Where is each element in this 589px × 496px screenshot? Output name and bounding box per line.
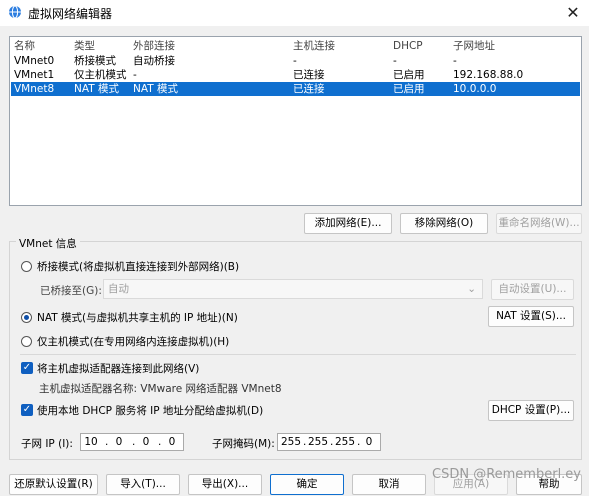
rename-network-button[interactable]: 重命名网络(W)... (496, 213, 582, 234)
network-editor-icon (8, 5, 22, 19)
column-header-name[interactable]: 名称 (14, 39, 35, 53)
cell-external: 自动桥接 (133, 55, 175, 67)
cell-name: VMnet1 (14, 69, 55, 81)
cell-subnet: 192.168.88.0 (453, 69, 524, 81)
bridged-to-value: 自动 (108, 283, 129, 295)
column-header-subnet[interactable]: 子网地址 (453, 39, 495, 53)
close-icon[interactable]: ✕ (563, 3, 583, 23)
chevron-down-icon: ⌄ (467, 283, 476, 295)
table-row[interactable]: VMnet0 桥接模式 自动桥接 - - - (11, 54, 580, 68)
cell-type: NAT 模式 (74, 83, 119, 95)
table-row[interactable]: VMnet1 仅主机模式 - 已连接 已启用 192.168.88.0 (11, 68, 580, 82)
cell-subnet: - (453, 55, 457, 67)
list-header: 名称 类型 外部连接 主机连接 DHCP 子网地址 (11, 39, 580, 53)
mask-octet: 255 (281, 436, 302, 448)
connect-adapter-label[interactable]: 将主机虚拟适配器连接到此网络(V) (37, 361, 199, 376)
vmnet-info-label: VMnet 信息 (16, 236, 80, 251)
column-header-dhcp[interactable]: DHCP (393, 39, 423, 53)
bridge-mode-radio[interactable] (21, 261, 32, 272)
nat-settings-button[interactable]: NAT 设置(S)... (488, 306, 574, 327)
subnet-ip-field[interactable]: 10 . 0 . 0 . 0 (80, 433, 184, 451)
nat-mode-label[interactable]: NAT 模式(与虚拟机共享主机的 IP 地址)(N) (37, 310, 238, 325)
separator (20, 354, 576, 355)
dhcp-settings-button[interactable]: DHCP 设置(P)... (488, 400, 574, 421)
cell-external: NAT 模式 (133, 83, 178, 95)
restore-defaults-button[interactable]: 还原默认设置(R) (9, 474, 98, 495)
ip-octet: 0 (168, 436, 176, 448)
import-button[interactable]: 导入(T)... (106, 474, 180, 495)
cell-dhcp: 已启用 (393, 83, 425, 95)
cell-external: - (133, 69, 137, 81)
cell-subnet: 10.0.0.0 (453, 83, 497, 95)
subnet-mask-label: 子网掩码(M): (212, 438, 275, 450)
subnet-ip-label: 子网 IP (I): (21, 438, 73, 450)
mask-octet: 255 (335, 436, 356, 448)
mask-octet: 0 (365, 436, 373, 448)
ok-button[interactable]: 确定 (270, 474, 344, 495)
cancel-button[interactable]: 取消 (352, 474, 426, 495)
remove-network-button[interactable]: 移除网络(O) (400, 213, 488, 234)
dhcp-label[interactable]: 使用本地 DHCP 服务将 IP 地址分配给虚拟机(D) (37, 403, 263, 418)
window-title: 虚拟网络编辑器 (28, 7, 113, 21)
column-header-external[interactable]: 外部连接 (133, 39, 175, 53)
auto-settings-button[interactable]: 自动设置(U)... (491, 279, 574, 300)
add-network-button[interactable]: 添加网络(E)... (304, 213, 392, 234)
ip-octet: 0 (142, 436, 150, 448)
ip-octet: 10 (84, 436, 98, 448)
column-header-type[interactable]: 类型 (74, 39, 95, 53)
bridged-to-label: 已桥接至(G): (40, 285, 102, 297)
watermark: CSDN @Rememberl.ey (432, 467, 581, 482)
connect-adapter-checkbox[interactable]: ✓ (21, 362, 33, 374)
network-list[interactable]: 名称 类型 外部连接 主机连接 DHCP 子网地址 VMnet0 桥接模式 自动… (9, 36, 582, 206)
column-header-host[interactable]: 主机连接 (293, 39, 335, 53)
bridged-to-select[interactable]: 自动 ⌄ (103, 279, 483, 299)
cell-name: VMnet0 (14, 55, 55, 67)
bridge-mode-label[interactable]: 桥接模式(将虚拟机直接连接到外部网络)(B) (37, 259, 239, 274)
cell-dhcp: 已启用 (393, 69, 425, 81)
dhcp-checkbox[interactable]: ✓ (21, 404, 33, 416)
cell-dhcp: - (393, 55, 397, 67)
adapter-name-text: 主机虚拟适配器名称: VMware 网络适配器 VMnet8 (39, 383, 282, 395)
cell-host: - (293, 55, 297, 67)
table-row-selected[interactable]: VMnet8 NAT 模式 NAT 模式 已连接 已启用 10.0.0.0 (11, 82, 580, 96)
cell-type: 桥接模式 (74, 55, 116, 67)
hostonly-mode-radio[interactable] (21, 336, 32, 347)
cell-host: 已连接 (293, 69, 325, 81)
mask-octet: 255 (308, 436, 329, 448)
subnet-mask-field[interactable]: 255 . 255 . 255 . 0 (277, 433, 381, 451)
export-button[interactable]: 导出(X)... (188, 474, 262, 495)
title-bar: 虚拟网络编辑器 ✕ (0, 0, 589, 26)
cell-host: 已连接 (293, 83, 325, 95)
ip-octet: 0 (115, 436, 123, 448)
cell-type: 仅主机模式 (74, 69, 127, 81)
cell-name: VMnet8 (14, 83, 55, 95)
nat-mode-radio[interactable] (21, 312, 32, 323)
hostonly-mode-label[interactable]: 仅主机模式(在专用网络内连接虚拟机)(H) (37, 334, 229, 349)
